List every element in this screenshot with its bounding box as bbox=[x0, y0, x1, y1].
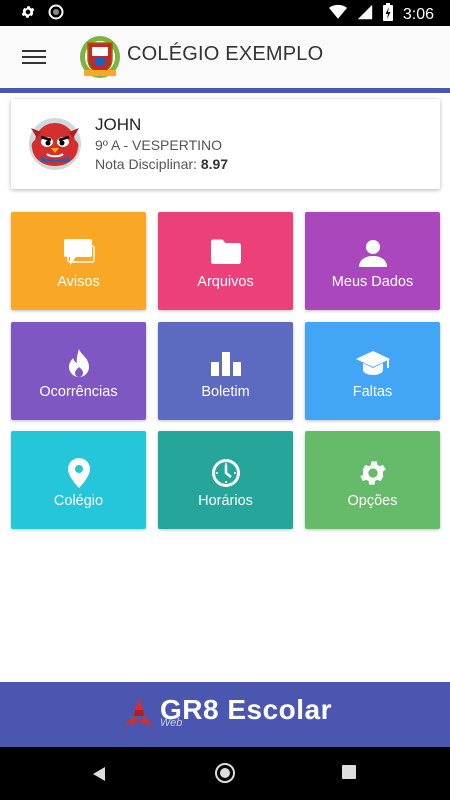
tile-boletim[interactable]: Boletim bbox=[158, 322, 293, 420]
clock-time: 3:06 bbox=[402, 5, 434, 23]
person-icon bbox=[305, 238, 440, 270]
gear-icon bbox=[305, 457, 440, 489]
tile-label: Faltas bbox=[352, 384, 393, 400]
app-bar: COLÉGIO EXEMPLO bbox=[0, 26, 450, 93]
page-title: COLÉGIO EXEMPLO bbox=[127, 43, 324, 65]
tile-label: Avisos bbox=[57, 274, 100, 290]
footer-brand-bar: GR8 Escolar Web bbox=[0, 682, 450, 747]
tile-label: Meus Dados bbox=[331, 274, 414, 290]
signal-icon bbox=[357, 4, 373, 25]
back-icon[interactable] bbox=[92, 766, 106, 787]
tile-label: Colégio bbox=[53, 493, 104, 509]
bar-chart-icon bbox=[158, 348, 293, 380]
wifi-icon bbox=[328, 4, 347, 25]
student-class: 9º A - VESPERTINO bbox=[95, 137, 223, 153]
tile-horarios[interactable]: Horários bbox=[158, 431, 293, 529]
home-icon[interactable] bbox=[215, 763, 235, 783]
settings-notification-icon bbox=[20, 4, 36, 25]
location-pin-icon bbox=[11, 457, 146, 489]
clock-icon bbox=[158, 457, 293, 489]
student-name: JOHN bbox=[95, 115, 142, 134]
system-nav-bar bbox=[0, 747, 450, 800]
menu-icon[interactable] bbox=[22, 46, 46, 66]
tile-label: Opções bbox=[347, 493, 398, 509]
gr8-logo-mark bbox=[120, 696, 158, 730]
footer-brand-sub: Web bbox=[160, 717, 183, 729]
graduation-cap-icon bbox=[305, 348, 440, 380]
tile-colegio[interactable]: Colégio bbox=[11, 431, 146, 529]
status-bar: 3:06 bbox=[0, 0, 450, 26]
school-crest-logo bbox=[78, 34, 122, 80]
tile-label: Boletim bbox=[201, 384, 250, 400]
tile-ocorrencias[interactable]: Ocorrências bbox=[11, 322, 146, 420]
tile-avisos[interactable]: Avisos bbox=[11, 212, 146, 310]
tile-label: Arquivos bbox=[197, 274, 254, 290]
disciplinary-grade: Nota Disciplinar: 8.97 bbox=[95, 156, 228, 172]
tile-label: Horários bbox=[198, 493, 253, 509]
battery-charging-icon bbox=[382, 3, 393, 26]
tile-meus-dados[interactable]: Meus Dados bbox=[305, 212, 440, 310]
recents-icon[interactable] bbox=[342, 765, 356, 779]
flame-icon bbox=[11, 348, 146, 380]
tile-arquivos[interactable]: Arquivos bbox=[158, 212, 293, 310]
student-profile-card[interactable]: JOHN 9º A - VESPERTINO Nota Disciplinar:… bbox=[11, 99, 440, 189]
chat-icon bbox=[11, 238, 146, 270]
disciplinary-grade-value: 8.97 bbox=[200, 156, 229, 172]
disciplinary-grade-label: Nota Disciplinar: bbox=[95, 156, 201, 172]
tile-opcoes[interactable]: Opções bbox=[305, 431, 440, 529]
folder-icon bbox=[158, 238, 293, 270]
footer-brand-name: GR8 Escolar bbox=[160, 694, 333, 725]
sync-notification-icon bbox=[48, 4, 64, 25]
tile-label: Ocorrências bbox=[39, 384, 118, 400]
tile-faltas[interactable]: Faltas bbox=[305, 322, 440, 420]
avatar bbox=[29, 118, 81, 170]
